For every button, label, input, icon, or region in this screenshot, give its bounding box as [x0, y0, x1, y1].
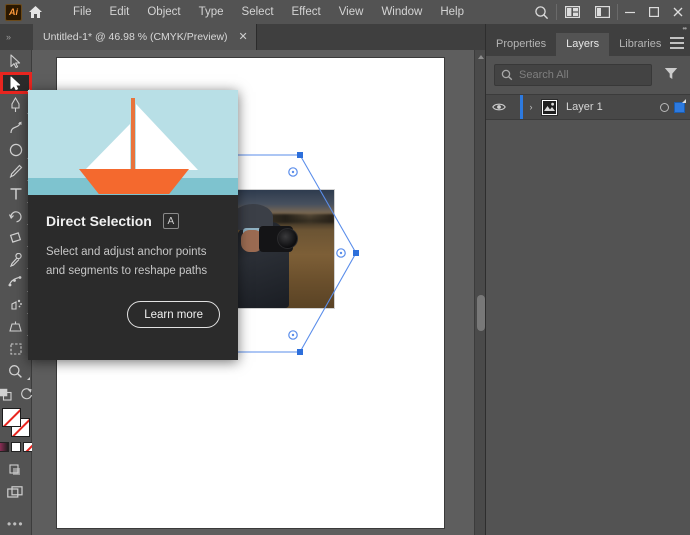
selection-indicator[interactable]	[674, 98, 686, 113]
panel-menu-icon[interactable]	[670, 37, 684, 49]
draw-normal-icon[interactable]	[0, 388, 12, 404]
table-row[interactable]: › Layer 1	[486, 94, 690, 120]
scroll-up-arrow-icon[interactable]	[478, 55, 484, 59]
tool-flyout-indicator	[26, 377, 30, 381]
menu-edit[interactable]: Edit	[101, 0, 139, 24]
close-button[interactable]	[666, 0, 690, 24]
chevron-right-icon[interactable]: ›	[523, 102, 539, 112]
menu-items: File Edit Object Type Select Effect View…	[64, 0, 473, 24]
menu-type[interactable]: Type	[190, 0, 233, 24]
shape-tool[interactable]	[0, 139, 32, 161]
menubar-right-controls	[526, 0, 690, 24]
rotate-tool[interactable]	[0, 205, 32, 227]
tooltip-shortcut-badge: A	[162, 213, 179, 229]
perspective-grid-tool[interactable]	[0, 316, 32, 338]
sailboat-illustration	[28, 90, 238, 195]
eyedropper-tool[interactable]	[0, 249, 32, 271]
layer-name-label: Layer 1	[566, 101, 603, 113]
menu-effect[interactable]: Effect	[283, 0, 330, 24]
close-icon[interactable]: ✕	[237, 31, 250, 44]
layers-panel-body: Search All › Layer 1	[486, 56, 690, 535]
fill-none-indicator	[3, 409, 20, 426]
layers-search-row: Search All	[494, 64, 683, 86]
gradient-tool[interactable]	[0, 227, 32, 249]
menu-file[interactable]: File	[64, 0, 101, 24]
fill-stroke-swatches	[0, 407, 32, 439]
selection-tool[interactable]	[0, 50, 32, 72]
tooltip-title-row: Direct Selection A	[46, 213, 220, 229]
document-tab-label: Untitled-1* @ 46.98 % (CMYK/Preview)	[43, 31, 228, 43]
home-icon[interactable]	[22, 0, 48, 24]
pen-tool[interactable]	[0, 94, 32, 116]
edit-toolbar-button[interactable]: •••	[0, 513, 32, 535]
screen-mode-icon[interactable]	[0, 482, 32, 504]
document-tab[interactable]: Untitled-1* @ 46.98 % (CMYK/Preview) ✕	[33, 24, 257, 50]
sailboat-mast	[131, 98, 135, 170]
direct-selection-tool[interactable]	[0, 72, 32, 95]
menu-select[interactable]: Select	[233, 0, 283, 24]
paintbrush-tool[interactable]	[0, 161, 32, 183]
symbol-sprayer-tool[interactable]	[0, 294, 32, 316]
right-panel: •• Properties Layers Libraries Search Al…	[485, 24, 690, 535]
vertical-scrollbar[interactable]	[474, 50, 485, 535]
menu-object[interactable]: Object	[138, 0, 189, 24]
learn-more-button[interactable]: Learn more	[127, 301, 220, 328]
tooltip-description: Select and adjust anchor points and segm…	[46, 246, 208, 277]
target-circle-icon[interactable]	[660, 102, 669, 112]
scrollbar-thumb[interactable]	[477, 295, 485, 331]
search-icon	[501, 69, 513, 81]
artboard-tool[interactable]	[0, 338, 32, 360]
maximize-button[interactable]	[642, 0, 666, 24]
curvature-tool[interactable]	[0, 116, 32, 138]
panel-grip-icon[interactable]: ••	[682, 24, 687, 33]
illustrator-window: Ai File Edit Object Type Select Effect V…	[0, 0, 690, 535]
layer-row-controls	[660, 98, 690, 113]
tooltip-actions: Learn more	[46, 301, 220, 328]
tab-bar-grip-icon[interactable]: »	[2, 27, 14, 47]
none-swatch-icon[interactable]	[22, 442, 33, 452]
tool-tooltip-popover: Direct Selection A Select and adjust anc…	[28, 90, 238, 360]
panel-tab-strip: Properties Layers Libraries	[486, 33, 690, 56]
drawing-mode-icon[interactable]	[0, 459, 32, 481]
change-screen-mode-arrow-icon[interactable]	[20, 388, 33, 403]
type-tool[interactable]	[0, 183, 32, 205]
sailboat-sail-right	[136, 104, 198, 170]
app-logo-icon: Ai	[5, 3, 22, 21]
blend-tool[interactable]	[0, 271, 32, 293]
minimize-button[interactable]	[618, 0, 642, 24]
solid-color-swatch-icon[interactable]	[10, 442, 21, 452]
color-mode-row	[0, 442, 33, 452]
search-placeholder: Search All	[519, 69, 569, 81]
tab-libraries[interactable]: Libraries	[609, 33, 671, 56]
menu-window[interactable]: Window	[372, 0, 431, 24]
menu-help[interactable]: Help	[431, 0, 473, 24]
tab-properties[interactable]: Properties	[486, 33, 556, 56]
menu-bar: Ai File Edit Object Type Select Effect V…	[0, 0, 690, 24]
search-icon[interactable]	[526, 0, 556, 24]
search-input[interactable]: Search All	[494, 64, 652, 86]
photo-camera-lens	[277, 228, 298, 249]
tab-layers[interactable]: Layers	[556, 33, 610, 56]
eye-icon[interactable]	[486, 102, 512, 112]
zoom-tool[interactable]	[0, 360, 32, 382]
arrange-documents-icon[interactable]	[557, 0, 587, 24]
fill-swatch[interactable]	[1, 407, 21, 427]
tooltip-content: Direct Selection A Select and adjust anc…	[28, 195, 238, 328]
menu-view[interactable]: View	[330, 0, 373, 24]
layer-thumbnail	[541, 98, 558, 116]
workspace-switcher-icon[interactable]	[587, 0, 617, 24]
edit-toolbar-label: •••	[6, 516, 25, 531]
placed-photo[interactable]	[237, 190, 334, 308]
tooltip-title: Direct Selection	[46, 213, 152, 229]
sailboat-sail-left	[85, 124, 130, 170]
gradient-swatch-icon[interactable]	[0, 442, 9, 452]
filter-icon[interactable]	[664, 67, 678, 83]
